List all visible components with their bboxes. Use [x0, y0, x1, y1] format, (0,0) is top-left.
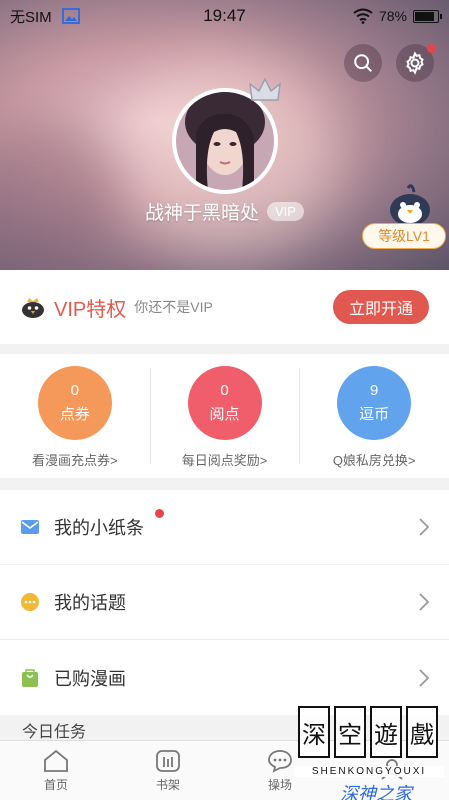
watermark: 深 空 遊 戲 SHENKONGYOUXI 深神之家	[290, 700, 449, 800]
coupons-value: 0	[70, 382, 79, 399]
coupons-label: 点券	[59, 406, 90, 423]
profile-header: 战神于黑暗处 VIP 等级LV1	[0, 0, 449, 270]
menu-item-notes[interactable]: 我的小纸条	[0, 490, 449, 565]
gear-icon	[406, 51, 424, 75]
tab-home[interactable]: 首页	[0, 741, 112, 800]
search-icon	[354, 54, 372, 72]
chat-icon	[20, 592, 40, 612]
battery-icon	[413, 9, 442, 23]
settings-button[interactable]	[396, 44, 436, 82]
bag-icon	[20, 668, 40, 688]
clock: 19:47	[203, 6, 246, 25]
bookshelf-icon	[156, 749, 180, 772]
read-points-value: 0	[220, 382, 229, 399]
menu-label-purchased: 已购漫画	[54, 668, 126, 689]
watermark-subtitle: 深神之家	[340, 784, 412, 800]
wallet-stats: 0 点券 看漫画充点券> 0 阅点 每日阅点奖励> 9 逗币 Q娘私房兑换>	[0, 354, 449, 478]
coupons-circle[interactable]: 0 点券	[37, 366, 112, 440]
coupons-link[interactable]: 看漫画充点券>	[32, 450, 118, 469]
stat-coupons[interactable]: 0 点券 看漫画充点券>	[0, 354, 150, 478]
menu-label-topics: 我的话题	[54, 593, 126, 613]
tab-bookshelf[interactable]: 书架	[112, 741, 224, 800]
dou-coins-label: 逗币	[359, 406, 390, 423]
vip-subtitle: 你还不是VIP	[134, 299, 213, 315]
tab-label-playground: 操场	[267, 777, 292, 792]
read-points-label: 阅点	[209, 406, 240, 423]
read-points-link[interactable]: 每日阅点奖励>	[182, 450, 268, 469]
status-bar: 无SIM 19:47 78%	[0, 0, 449, 32]
watermark-char: 空	[334, 706, 366, 758]
crown-icon	[249, 77, 281, 101]
search-button[interactable]	[344, 44, 382, 82]
tab-label-home: 首页	[43, 777, 68, 792]
dou-coins-link[interactable]: Q娘私房兑换>	[333, 450, 416, 469]
vip-tag: VIP	[267, 202, 304, 221]
menu-item-topics[interactable]: 我的话题	[0, 565, 449, 640]
dou-coins-value: 9	[370, 382, 379, 399]
watermark-char: 遊	[370, 706, 402, 758]
avatar-image	[176, 92, 274, 190]
bird-mascot-icon	[390, 184, 430, 226]
stat-dou-coins[interactable]: 9 逗币 Q娘私房兑换>	[299, 354, 449, 478]
watermark-char: 深	[298, 706, 330, 758]
chevron-right-icon	[419, 518, 429, 536]
menu-list: 我的小纸条 我的话题 已购漫画	[0, 490, 449, 715]
open-vip-button[interactable]: 立即开通	[333, 290, 429, 324]
notes-unread-dot	[155, 509, 164, 518]
stat-read-points[interactable]: 0 阅点 每日阅点奖励>	[149, 354, 300, 478]
header-background-blur	[0, 120, 120, 270]
notification-dot	[427, 44, 436, 53]
menu-label-notes: 我的小纸条	[54, 518, 144, 538]
chevron-right-icon	[419, 668, 429, 687]
tab-label-bookshelf: 书架	[155, 777, 180, 792]
vip-title: VIP特权	[54, 298, 127, 321]
watermark-latin: SHENKONGYOUXI	[294, 766, 444, 777]
home-icon	[44, 749, 68, 772]
level-badge[interactable]: 等级LV1	[362, 223, 446, 249]
chevron-right-icon	[419, 593, 429, 611]
username: 战神于黑暗处	[145, 203, 260, 224]
watermark-char: 戲	[406, 706, 438, 758]
envelope-icon	[20, 517, 40, 537]
read-points-circle[interactable]: 0 阅点	[187, 366, 262, 440]
vip-bird-icon	[22, 298, 44, 318]
dou-coins-circle[interactable]: 9 逗币	[337, 366, 412, 440]
vip-privilege-row[interactable]: VIP特权 你还不是VIP 立即开通	[0, 270, 449, 344]
